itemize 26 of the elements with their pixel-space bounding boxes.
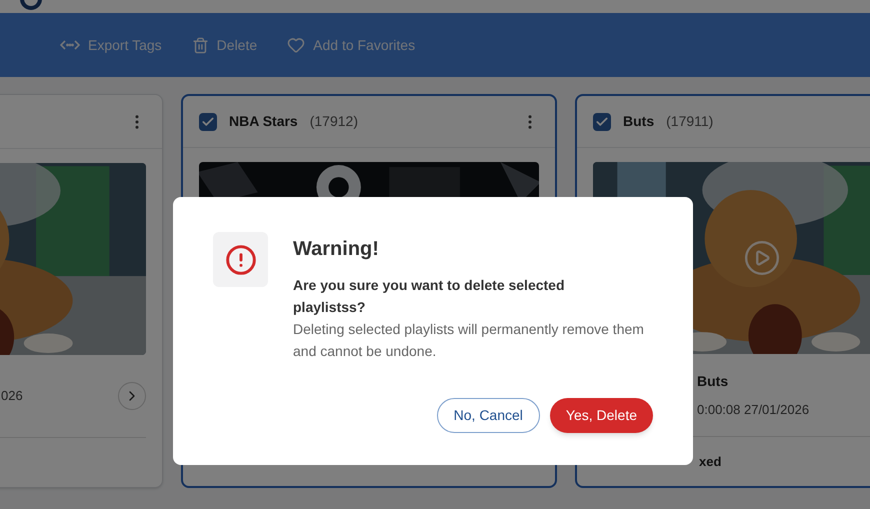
card-count: (17912) [310, 112, 358, 131]
trash-icon [192, 36, 209, 54]
next-button[interactable] [118, 382, 146, 410]
checkbox[interactable] [593, 112, 611, 130]
dialog-question: Are you sure you want to delete selected playlistss? [293, 276, 566, 317]
delete-button[interactable]: Yes, Delete [550, 398, 653, 433]
code-arrows-icon [60, 39, 80, 51]
toolbar-button[interactable]: Export Tags [60, 34, 162, 56]
checkbox[interactable] [199, 112, 217, 130]
playlist-type: xed [699, 452, 722, 471]
play-icon[interactable] [743, 239, 781, 277]
cancel-button[interactable]: No, Cancel [436, 398, 540, 433]
playlist-name: Buts [697, 372, 730, 391]
playlist-card[interactable]: 026 [0, 94, 163, 488]
duration-date: 0:00:08 27/01/2026 [697, 400, 810, 419]
duration-date: 026 [1, 387, 23, 406]
check-icon [201, 114, 215, 128]
card-count: (17911) [666, 112, 714, 131]
check-icon [595, 114, 609, 128]
dialog-title: Warning! [293, 237, 380, 262]
alert-icon [224, 244, 256, 276]
card-title: Buts [623, 112, 654, 131]
heart-icon [287, 36, 306, 54]
toolbar-button[interactable]: Add to Favorites [287, 34, 416, 56]
card-title: NBA Stars [229, 112, 298, 131]
toolbar-button[interactable]: Delete [192, 34, 258, 56]
